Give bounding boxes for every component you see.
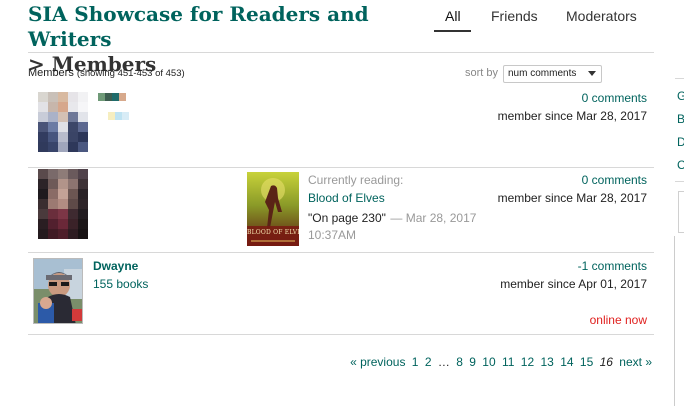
- progress-date[interactable]: — Mar 28, 2017: [390, 211, 476, 225]
- member-books-link[interactable]: 155 books: [93, 277, 148, 291]
- sidebar-link[interactable]: D: [677, 135, 684, 149]
- tab-moderators[interactable]: Moderators: [566, 8, 637, 24]
- page-link[interactable]: 2: [425, 355, 432, 369]
- tab-all[interactable]: All: [445, 8, 461, 24]
- group-name-link[interactable]: SIA Showcase for Readers and Writers: [28, 2, 428, 52]
- row-divider: [28, 334, 654, 335]
- page-link[interactable]: 10: [482, 355, 495, 369]
- sidebar-panel-edge: [674, 236, 675, 406]
- pagination-previous[interactable]: « previous: [350, 355, 405, 369]
- avatar[interactable]: [38, 92, 88, 153]
- sort-select[interactable]: num comments: [503, 65, 602, 83]
- currently-reading-label: Currently reading:: [308, 173, 404, 187]
- avatar-photo: [34, 259, 82, 323]
- members-count: (showing 451-453 of 453): [76, 68, 185, 79]
- row-divider: [28, 167, 654, 168]
- page-link[interactable]: 14: [560, 355, 573, 369]
- book-title-link[interactable]: Blood of Elves: [308, 191, 385, 205]
- sort-selected-value: num comments: [508, 68, 577, 79]
- sidebar-link[interactable]: G: [677, 89, 684, 103]
- sidebar-divider: [675, 181, 684, 182]
- page-link[interactable]: 13: [540, 355, 553, 369]
- book-cover[interactable]: BLOOD OF ELVES: [247, 172, 299, 246]
- pagination-next[interactable]: next »: [619, 355, 652, 369]
- page-link[interactable]: 9: [469, 355, 476, 369]
- pagination: « previous 1 2 … 8 9 10 11 12 13 14 15 1…: [347, 355, 652, 369]
- sort-label: sort by: [465, 67, 499, 79]
- avatar[interactable]: [38, 169, 88, 240]
- sidebar-link[interactable]: B: [677, 112, 684, 126]
- members-label: Members: [28, 67, 74, 79]
- sidebar-search-box[interactable]: [678, 191, 684, 233]
- current-page: 16: [599, 355, 613, 369]
- page-link[interactable]: 12: [521, 355, 534, 369]
- members-summary: Members (showing 451-453 of 453): [28, 67, 185, 79]
- member-since: member since Mar 28, 2017: [497, 191, 647, 205]
- row-divider: [28, 252, 654, 253]
- progress-page: "On page 230": [308, 211, 386, 225]
- comments-link[interactable]: 0 comments: [582, 173, 647, 187]
- sidebar-divider: [675, 78, 684, 79]
- member-name-link[interactable]: Dwayne: [93, 259, 138, 273]
- page-link[interactable]: 15: [580, 355, 593, 369]
- reading-progress: "On page 230" — Mar 28, 2017: [308, 209, 476, 227]
- page-link[interactable]: 8: [456, 355, 463, 369]
- avatar[interactable]: [33, 258, 83, 324]
- page-gap: …: [437, 355, 450, 369]
- member-since: member since Apr 01, 2017: [500, 277, 647, 291]
- page-link[interactable]: 1: [412, 355, 419, 369]
- member-since: member since Mar 28, 2017: [497, 109, 647, 123]
- comments-link[interactable]: -1 comments: [578, 259, 647, 273]
- header-divider: [28, 52, 654, 53]
- active-tab-indicator: [434, 30, 471, 32]
- chevron-down-icon: [588, 71, 596, 76]
- book-cover-title: BLOOD OF ELVES: [247, 229, 299, 236]
- page-link[interactable]: 11: [502, 355, 514, 369]
- progress-time: 10:37AM: [308, 228, 357, 242]
- sidebar-link[interactable]: C: [677, 158, 684, 172]
- online-status: online now: [589, 313, 647, 327]
- comments-link[interactable]: 0 comments: [582, 91, 647, 105]
- tab-friends[interactable]: Friends: [491, 8, 538, 24]
- group-title: SIA Showcase for Readers and Writers > M…: [28, 2, 428, 77]
